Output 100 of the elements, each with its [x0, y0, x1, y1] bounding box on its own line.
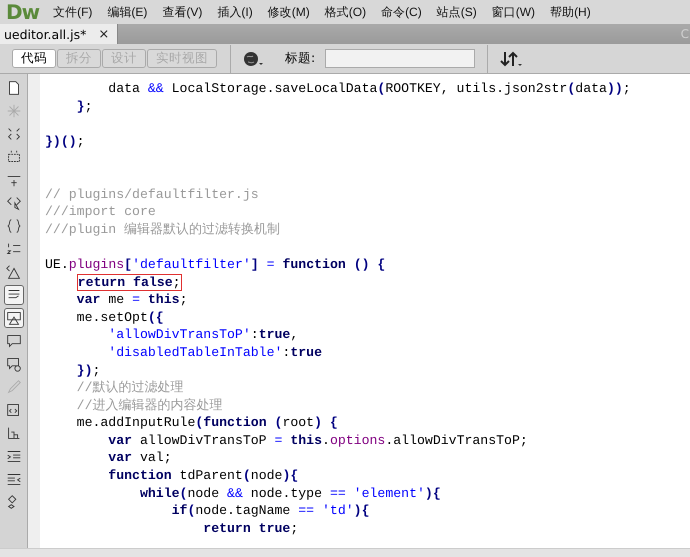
code-token: node.tagName: [195, 502, 292, 520]
code-token: ({: [148, 308, 164, 326]
title-field[interactable]: [325, 49, 476, 68]
code-token: :: [282, 344, 290, 362]
code-token: //默认的过滤处理: [76, 379, 184, 397]
code-token: root: [282, 414, 314, 432]
code-token: (: [195, 414, 204, 432]
code-token: ///plugin 编辑器默认的过滤转换机制: [45, 220, 280, 238]
menu-item[interactable]: 命令(C): [381, 4, 422, 20]
code-token: node: [187, 484, 220, 502]
code-token: true: [258, 326, 290, 344]
code-token: return false: [78, 274, 173, 290]
title-label: 标题:: [285, 50, 316, 67]
code-token: var: [107, 449, 132, 468]
code-token: ){: [424, 484, 441, 502]
code-token: tdParent: [178, 467, 243, 485]
code-token: me: [107, 291, 126, 309]
code-token: 'defaultfilter': [132, 256, 251, 274]
code-token: function: [203, 414, 267, 432]
code-token: &&: [148, 80, 164, 98]
close-button[interactable]: ×: [98, 26, 110, 42]
view-button[interactable]: 代码: [12, 49, 56, 68]
menu-item[interactable]: 窗口(W): [492, 4, 536, 20]
code-token: UE.: [45, 256, 69, 274]
code-token: function: [107, 467, 172, 485]
code-token: (: [567, 80, 576, 98]
sort-icon[interactable]: [500, 50, 524, 68]
code-token: me.addInputRule: [76, 414, 196, 432]
menu-item[interactable]: 修改(M): [268, 4, 310, 20]
code-token: ;: [172, 274, 181, 290]
code-token: val;: [138, 449, 172, 468]
code-token: ) {: [314, 414, 338, 432]
code-token: ROOTKEY, utils.json2str: [385, 80, 568, 98]
code-token: ==: [298, 502, 314, 520]
code-token: // plugins/defaultfilter.js: [45, 186, 259, 204]
code-token: () {: [352, 256, 386, 274]
tab-title: ueditor.all.js*: [4, 26, 86, 42]
code-token: ,: [290, 326, 298, 344]
code-token: this: [289, 432, 322, 450]
code-token: (: [377, 80, 386, 98]
code-token: var: [76, 291, 100, 309]
code-token: =: [274, 432, 282, 450]
code-token: var: [107, 432, 132, 450]
code-token: data: [107, 80, 141, 98]
menu-item[interactable]: 文件(F): [53, 4, 92, 20]
code-token: (: [180, 484, 188, 502]
code-token: this: [146, 291, 180, 309]
menu-item[interactable]: 帮助(H): [550, 4, 591, 20]
code-token: .: [322, 432, 330, 450]
wrap-icon[interactable]: [4, 285, 24, 305]
code-token: 'element': [352, 484, 425, 502]
menu-item[interactable]: 查看(V): [162, 4, 202, 20]
code-token: ///import core: [45, 203, 156, 221]
code-token: .allowDivTransToP;: [385, 432, 528, 450]
app-logo: Dw: [6, 0, 40, 24]
menu-item[interactable]: 站点(S): [436, 4, 477, 20]
code-token: ;: [92, 362, 100, 380]
code-token: (: [242, 467, 251, 485]
code-token: function: [282, 256, 346, 274]
code-token: :: [250, 326, 259, 344]
code-token: [: [124, 256, 132, 274]
code-token: )): [606, 80, 623, 98]
code-token: node.type: [250, 484, 324, 502]
menu-item[interactable]: 格式(O): [324, 4, 366, 20]
code-token: 'td': [321, 502, 354, 520]
code-token: if: [170, 502, 188, 520]
code-token: options: [330, 432, 386, 450]
code-token: plugins: [68, 256, 124, 274]
code-token: ){: [282, 467, 298, 485]
code-token: })(): [45, 132, 77, 150]
code-token: (: [274, 414, 282, 432]
code-token: (: [187, 502, 196, 520]
code-token: node: [250, 467, 282, 485]
code-token: }: [76, 98, 85, 116]
code-token: ;: [180, 291, 188, 309]
code-token: =: [132, 291, 140, 309]
menu-item[interactable]: 插入(I): [217, 4, 253, 20]
code-token: 'allowDivTransToP': [107, 326, 251, 344]
info-icon[interactable]: [4, 308, 24, 328]
code-token: ]: [250, 256, 259, 274]
code-token: =: [266, 256, 276, 274]
code-token: true: [290, 344, 322, 362]
code-token: data: [575, 80, 607, 98]
code-token: ==: [330, 484, 346, 502]
code-token: ;: [290, 520, 298, 538]
code-token: allowDivTransToP: [138, 432, 268, 450]
code-token: me.setOpt: [76, 308, 148, 326]
code-token: ;: [622, 80, 631, 98]
code-token: return true: [202, 520, 290, 538]
code-token: while: [138, 484, 180, 502]
code-token: ;: [76, 132, 85, 150]
code-token: LocalStorage.saveLocalData: [170, 80, 378, 98]
menu-item[interactable]: 编辑(E): [107, 4, 148, 20]
globe-icon[interactable]: [243, 50, 265, 66]
code-token: ){: [354, 502, 370, 520]
code-token: 'disabledTableInTable': [107, 344, 282, 362]
code-token: }): [76, 362, 92, 380]
code-token: //进入编辑器的内容处理: [76, 396, 222, 414]
document-tab[interactable]: ueditor.all.js* ×: [0, 24, 118, 44]
code-token: &&: [227, 484, 243, 502]
